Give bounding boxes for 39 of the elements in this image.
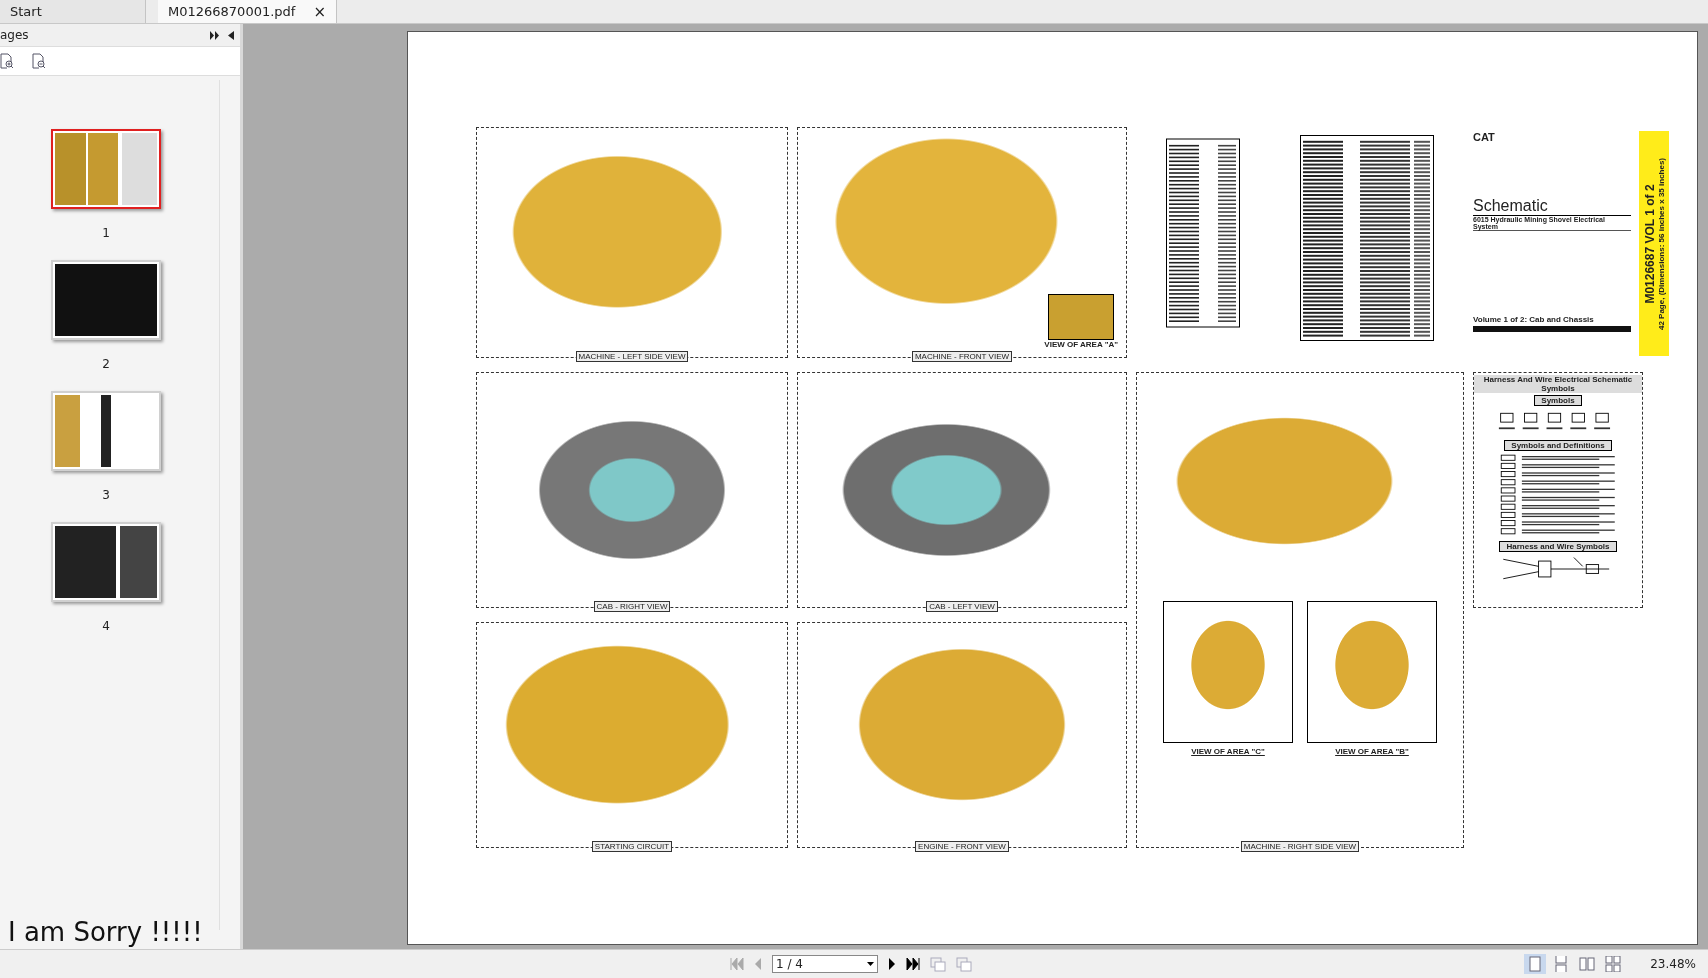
inset-caption: VIEW OF AREA "A" <box>1044 340 1118 349</box>
zoom-level: 23.48% <box>1650 957 1696 971</box>
page-thumbnail[interactable] <box>51 129 161 209</box>
view-caption: STARTING CIRCUIT <box>591 841 673 852</box>
view-caption: MACHINE - LEFT SIDE VIEW <box>575 351 689 362</box>
tab[interactable]: Start <box>0 0 146 23</box>
inset-placeholder <box>1048 294 1115 340</box>
title-strip: M0126687 VOL 1 of 2 42 Page, (Dimensions: 56 inches x 35 inches) <box>1639 131 1669 356</box>
panel-title: ages <box>0 28 30 42</box>
view-caption: CAB - RIGHT VIEW <box>593 601 671 612</box>
page-number: 2 <box>102 357 110 371</box>
sheet-title: Harness And Wire Electrical Schematic Symbols <box>1474 375 1642 393</box>
page-number-field[interactable]: 1 / 4 <box>772 955 878 973</box>
next-page-icon[interactable] <box>888 958 896 970</box>
tab[interactable]: M01266870001.pdf × <box>158 0 337 23</box>
collapse-icon[interactable] <box>228 30 234 40</box>
logo-text: CAT <box>1473 131 1496 143</box>
page-number: 4 <box>102 619 110 633</box>
page-number: 1 <box>102 226 110 240</box>
page-number: 3 <box>102 488 110 502</box>
view-caption: CAB - LEFT VIEW <box>926 601 998 612</box>
area-caption: VIEW OF AREA "C" <box>1191 747 1265 756</box>
zoom-in-icon[interactable] <box>0 53 14 69</box>
section-heading: Harness and Wire Symbols <box>1499 541 1617 552</box>
view-mode-button[interactable] <box>1524 954 1547 974</box>
zoom-out-icon[interactable] <box>32 53 46 69</box>
section-heading: Symbols <box>1534 395 1582 406</box>
dropdown-caret-icon[interactable] <box>867 962 874 966</box>
last-page-icon[interactable] <box>906 958 920 970</box>
section-heading: Symbols and Definitions <box>1504 440 1612 451</box>
view-caption: MACHINE - FRONT VIEW <box>911 351 1013 362</box>
view-caption: MACHINE - RIGHT SIDE VIEW <box>1240 841 1360 852</box>
note-text: I am Sorry !!!!! <box>8 917 203 947</box>
area-caption: VIEW OF AREA "B" <box>1335 747 1409 756</box>
expand-icon[interactable] <box>210 30 220 40</box>
volume-label: Volume 1 of 2: Cab and Chassis <box>1473 315 1595 324</box>
close-icon[interactable]: × <box>313 2 326 21</box>
view-caption: ENGINE - FRONT VIEW <box>915 841 1009 852</box>
document-title: Schematic <box>1473 197 1631 216</box>
